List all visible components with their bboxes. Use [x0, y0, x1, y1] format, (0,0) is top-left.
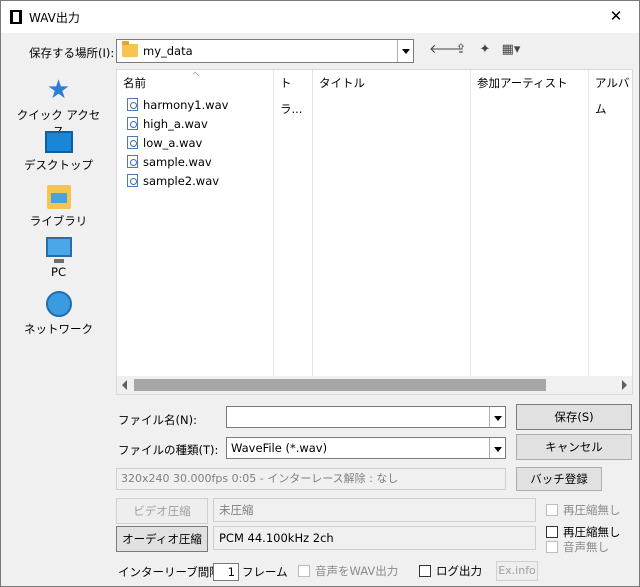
place-label: PC	[51, 265, 66, 279]
audio-to-wav-label: 音声をWAV出力	[315, 564, 399, 578]
place-label: デスクトップ	[24, 158, 93, 172]
column-header-title[interactable]: タイトル	[313, 70, 470, 96]
title-bar: WAV出力 ✕	[1, 1, 639, 33]
chevron-down-icon[interactable]	[489, 407, 505, 427]
place-label: ネットワーク	[24, 322, 93, 336]
file-name: low_a.wav	[143, 136, 203, 150]
column-divider	[273, 70, 274, 378]
network-icon	[45, 291, 72, 317]
filetype-label: ファイルの種類(T):	[118, 443, 219, 457]
places-bar: ★ クイック アクセス デスクトップ ライブラリ PC ネットワーク	[11, 69, 106, 399]
file-name: sample2.wav	[143, 174, 220, 188]
folder-icon	[122, 41, 138, 57]
new-folder-icon[interactable]: ✦	[475, 39, 495, 61]
video-recompress-label: 再圧縮無し	[563, 503, 621, 517]
column-divider	[588, 70, 589, 378]
interleave-input[interactable]: 1	[213, 563, 239, 581]
file-item[interactable]: high_a.wav	[127, 115, 208, 133]
audio-none-label: 音声無し	[563, 540, 609, 554]
library-icon	[46, 185, 71, 209]
log-output-checkbox[interactable]	[419, 565, 431, 577]
wav-output-dialog: WAV出力 ✕ 保存する場所(I): my_data 🡐 ⇪ ✦ ▦▾ ★ クイ…	[0, 0, 640, 587]
audio-recompress-label: 再圧縮無し	[563, 525, 621, 539]
column-header-artist[interactable]: 参加アーティスト	[471, 70, 588, 96]
up-folder-icon[interactable]: ⇪	[451, 39, 471, 61]
audio-to-wav-checkbox[interactable]	[298, 565, 310, 577]
file-name: sample.wav	[143, 155, 212, 169]
wav-file-icon	[127, 174, 138, 187]
cancel-button[interactable]: キャンセル	[516, 434, 632, 460]
place-label: ライブラリ	[29, 214, 88, 228]
audio-recompress-checkbox[interactable]	[546, 526, 558, 538]
desktop-icon	[44, 131, 73, 153]
column-divider	[470, 70, 471, 378]
interleave-unit: フレーム	[242, 565, 288, 579]
interleave-label: インターリーブ間隔 :	[118, 565, 229, 579]
window-title: WAV出力	[29, 11, 80, 25]
place-quick-access[interactable]: ★ クイック アクセス	[11, 75, 106, 138]
place-pc[interactable]: PC	[11, 237, 106, 287]
file-list[interactable]: 名前 トラ... タイトル 参加アーティスト アルバム harmony1.wav…	[116, 69, 633, 395]
star-icon: ★	[46, 75, 71, 105]
location-combo[interactable]: my_data	[116, 39, 414, 63]
file-item[interactable]: harmony1.wav	[127, 96, 228, 114]
scroll-right-icon[interactable]	[622, 380, 627, 390]
location-label: 保存する場所(I):	[29, 46, 115, 60]
chevron-down-icon[interactable]	[397, 40, 413, 62]
file-name: high_a.wav	[143, 117, 208, 131]
audio-none-checkbox[interactable]	[546, 541, 558, 553]
video-codec-field: 未圧縮	[213, 498, 536, 522]
filename-input[interactable]	[226, 406, 506, 428]
video-info-bar: 320x240 30.000fps 0:05 - インターレース解除 : なし	[116, 468, 506, 490]
file-item[interactable]: low_a.wav	[127, 134, 202, 152]
close-button[interactable]: ✕	[601, 4, 631, 28]
scroll-thumb[interactable]	[134, 379, 546, 391]
wav-file-icon	[127, 117, 138, 130]
back-arrow-icon[interactable]: 🡐	[429, 39, 464, 61]
video-compress-button[interactable]: ビデオ圧縮	[116, 498, 208, 524]
filetype-select[interactable]: WaveFile (*.wav)	[226, 437, 506, 459]
file-name: harmony1.wav	[143, 98, 229, 112]
chevron-down-icon[interactable]	[489, 438, 505, 458]
batch-register-button[interactable]: バッチ登録	[516, 467, 602, 491]
app-icon	[10, 10, 22, 24]
computer-icon	[45, 237, 72, 263]
filename-label: ファイル名(N):	[118, 413, 197, 427]
view-menu-icon[interactable]: ▦▾	[498, 39, 524, 61]
file-item[interactable]: sample.wav	[127, 153, 212, 171]
video-recompress-checkbox[interactable]	[546, 504, 558, 516]
file-item[interactable]: sample2.wav	[127, 172, 219, 190]
wav-file-icon	[127, 155, 138, 168]
audio-codec-field: PCM 44.100kHz 2ch	[213, 526, 536, 550]
column-header-track[interactable]: トラ...	[274, 70, 312, 116]
place-desktop[interactable]: デスクトップ	[11, 131, 106, 181]
wav-file-icon	[127, 136, 138, 149]
column-header-name[interactable]: 名前	[117, 70, 273, 96]
ex-info-button[interactable]: Ex.info	[496, 561, 538, 581]
place-network[interactable]: ネットワーク	[11, 291, 106, 341]
audio-compress-button[interactable]: オーディオ圧縮	[116, 526, 208, 552]
column-divider	[312, 70, 313, 378]
save-button[interactable]: 保存(S)	[516, 404, 632, 430]
column-header-album[interactable]: アルバム	[589, 70, 633, 116]
location-value: my_data	[143, 44, 193, 58]
filetype-value: WaveFile (*.wav)	[231, 441, 328, 455]
scroll-left-icon[interactable]	[122, 380, 127, 390]
horizontal-scrollbar[interactable]	[117, 376, 632, 394]
wav-file-icon	[127, 98, 138, 111]
place-library[interactable]: ライブラリ	[11, 185, 106, 235]
log-output-label: ログ出力	[436, 564, 482, 578]
